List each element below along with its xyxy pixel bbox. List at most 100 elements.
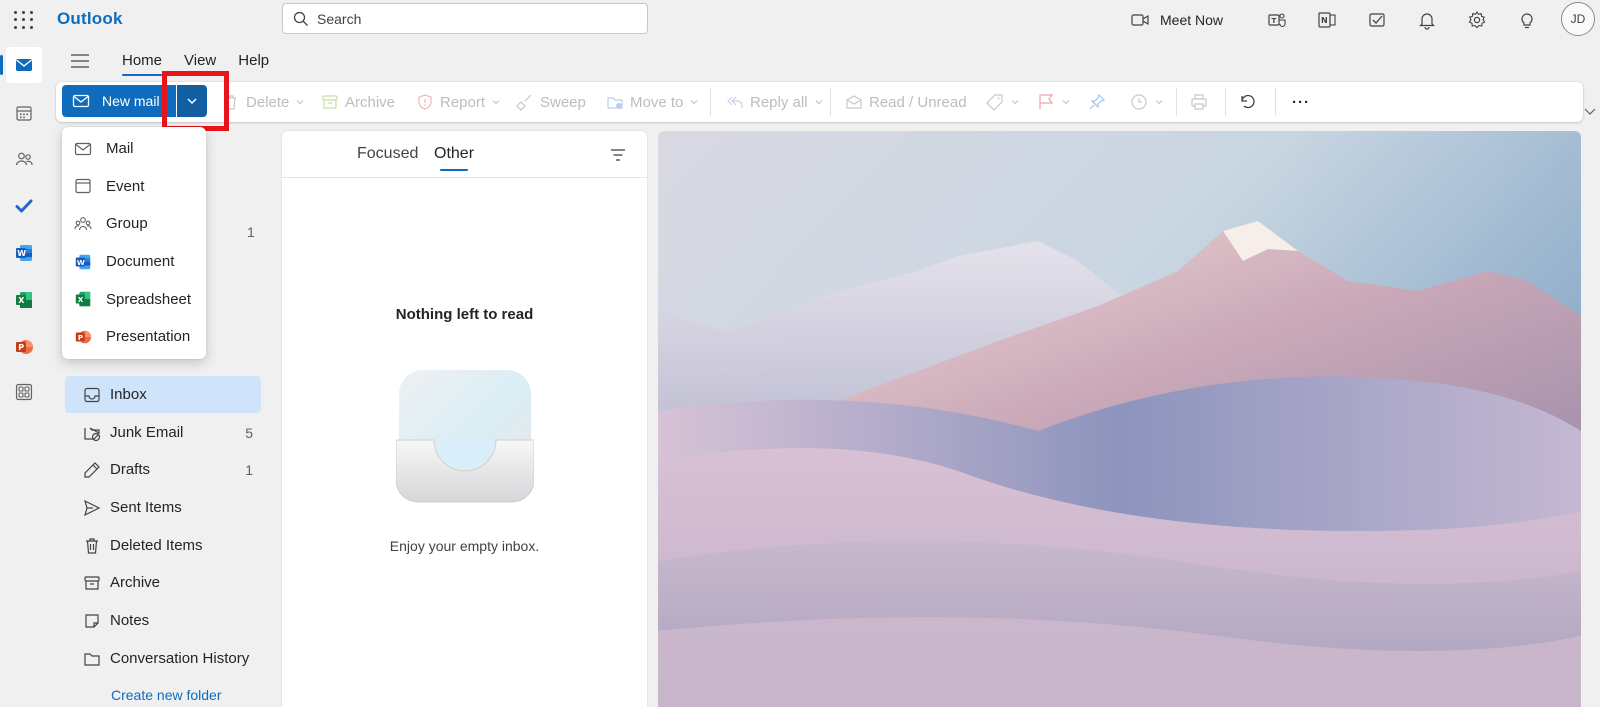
calendar-app-icon[interactable]	[6, 95, 42, 131]
svg-text:X: X	[78, 295, 84, 304]
folder-deleted-items[interactable]: Deleted Items	[65, 527, 261, 564]
tab-help[interactable]: Help	[238, 46, 269, 76]
send-icon	[84, 499, 101, 516]
search-icon	[293, 11, 308, 26]
pin-button[interactable]	[1088, 90, 1106, 114]
folder-inbox[interactable]: Inbox	[65, 376, 261, 413]
chevron-down-icon	[1062, 100, 1070, 105]
move-to-button[interactable]: Move to	[606, 90, 699, 114]
envelope-icon	[74, 142, 92, 155]
menu-item-event[interactable]: Event	[62, 168, 206, 206]
chevron-down-icon[interactable]	[1583, 104, 1597, 118]
svg-text:T: T	[1272, 17, 1277, 25]
reply-all-button[interactable]: Reply all	[726, 90, 824, 114]
folder-conversation-history[interactable]: Conversation History	[65, 640, 261, 677]
word-app-icon[interactable]: W	[6, 235, 42, 271]
svg-text:W: W	[17, 249, 26, 258]
new-mail-dropdown-button[interactable]	[177, 85, 207, 117]
menu-item-label: Mail	[106, 140, 134, 158]
pencil-icon	[84, 461, 100, 478]
create-new-folder-link[interactable]: Create new folder	[111, 687, 222, 703]
hamburger-menu-icon[interactable]	[60, 46, 100, 76]
top-bar: Outlook Search Meet Now T N JD	[0, 0, 1600, 40]
tab-other[interactable]: Other	[434, 145, 474, 171]
folder-archive[interactable]: Archive	[65, 564, 261, 601]
chevron-down-icon	[492, 100, 500, 105]
folder-label: Conversation History	[110, 650, 250, 667]
meet-now-label: Meet Now	[1160, 12, 1224, 28]
delete-button[interactable]: Delete	[222, 90, 305, 114]
folder-label: Inbox	[110, 386, 147, 403]
menu-item-label: Spreadsheet	[106, 290, 192, 308]
menu-item-mail[interactable]: Mail	[62, 130, 206, 168]
print-button[interactable]	[1190, 90, 1208, 114]
powerpoint-icon: P	[75, 330, 92, 344]
powerpoint-app-icon[interactable]: P	[6, 329, 42, 365]
menu-item-group[interactable]: Group	[62, 205, 206, 243]
inbox-icon	[84, 387, 100, 402]
categorize-button[interactable]	[986, 90, 1020, 114]
flag-icon	[1039, 94, 1054, 109]
folder-notes[interactable]: Notes	[65, 602, 261, 639]
message-list: Focused Other Nothing left to read Enjoy…	[282, 131, 647, 707]
sweep-button[interactable]: Sweep	[516, 90, 586, 114]
app-launcher-icon[interactable]	[11, 8, 35, 32]
menu-item-spreadsheet[interactable]: X Spreadsheet	[62, 280, 206, 318]
app-brand[interactable]: Outlook	[57, 9, 123, 29]
ribbon-tabs: Home View Help	[60, 44, 269, 78]
unread-count: 1	[247, 224, 255, 240]
report-label: Report	[440, 93, 486, 111]
mail-app-icon[interactable]	[0, 47, 42, 83]
folder-label: Drafts	[110, 461, 151, 478]
menu-item-label: Group	[106, 215, 148, 233]
message-list-header: Focused Other	[282, 131, 647, 178]
note-icon	[85, 613, 99, 628]
to-do-icon[interactable]	[1365, 8, 1389, 32]
svg-text:P: P	[78, 333, 83, 342]
folder-junk-email[interactable]: Junk Email 5	[65, 414, 261, 451]
ribbon-divider	[710, 88, 711, 116]
tab-view[interactable]: View	[184, 46, 216, 76]
flag-button[interactable]	[1037, 90, 1071, 114]
new-mail-label: New mail	[102, 93, 160, 109]
onenote-icon[interactable]: N	[1315, 8, 1339, 32]
archive-button[interactable]: Archive	[321, 90, 395, 114]
folder-label: Notes	[110, 612, 150, 629]
pin-icon	[1089, 93, 1106, 110]
folder-drafts[interactable]: Drafts 1	[65, 451, 261, 488]
snooze-button[interactable]	[1130, 90, 1164, 114]
read-unread-button[interactable]: Read / Unread	[845, 90, 967, 114]
search-input[interactable]: Search	[317, 11, 361, 27]
search-box[interactable]: Search	[282, 3, 648, 34]
new-mail-button[interactable]: New mail	[62, 85, 176, 117]
svg-text:N: N	[1321, 16, 1328, 25]
menu-item-document[interactable]: W Document	[62, 243, 206, 281]
tab-focused[interactable]: Focused	[357, 145, 418, 163]
excel-icon: X	[75, 291, 91, 307]
excel-app-icon[interactable]: X	[6, 282, 42, 318]
more-options-button[interactable]: ···	[1292, 90, 1310, 114]
teams-icon[interactable]: T	[1265, 8, 1289, 32]
trash-icon	[86, 537, 98, 554]
filter-icon[interactable]	[609, 146, 627, 164]
move-to-label: Move to	[630, 93, 684, 111]
people-app-icon[interactable]	[6, 141, 42, 177]
more-apps-icon[interactable]	[6, 374, 42, 410]
folder-sent-items[interactable]: Sent Items	[65, 489, 261, 526]
ribbon-divider	[1225, 88, 1226, 116]
gear-icon[interactable]	[1465, 8, 1489, 32]
avatar[interactable]: JD	[1561, 2, 1595, 36]
undo-button[interactable]	[1239, 90, 1257, 114]
to-do-app-icon[interactable]	[6, 188, 42, 224]
lightbulb-icon[interactable]	[1515, 8, 1539, 32]
report-button[interactable]: Report	[416, 90, 501, 114]
people-group-icon	[74, 217, 92, 231]
folder-label: Archive	[110, 574, 161, 591]
bell-icon[interactable]	[1415, 8, 1439, 32]
meet-now-button[interactable]: Meet Now	[1130, 8, 1223, 32]
svg-text:X: X	[18, 296, 25, 305]
chevron-down-icon	[690, 100, 698, 105]
menu-item-presentation[interactable]: P Presentation	[62, 318, 206, 356]
tab-home[interactable]: Home	[122, 46, 163, 76]
archive-icon	[322, 95, 338, 109]
